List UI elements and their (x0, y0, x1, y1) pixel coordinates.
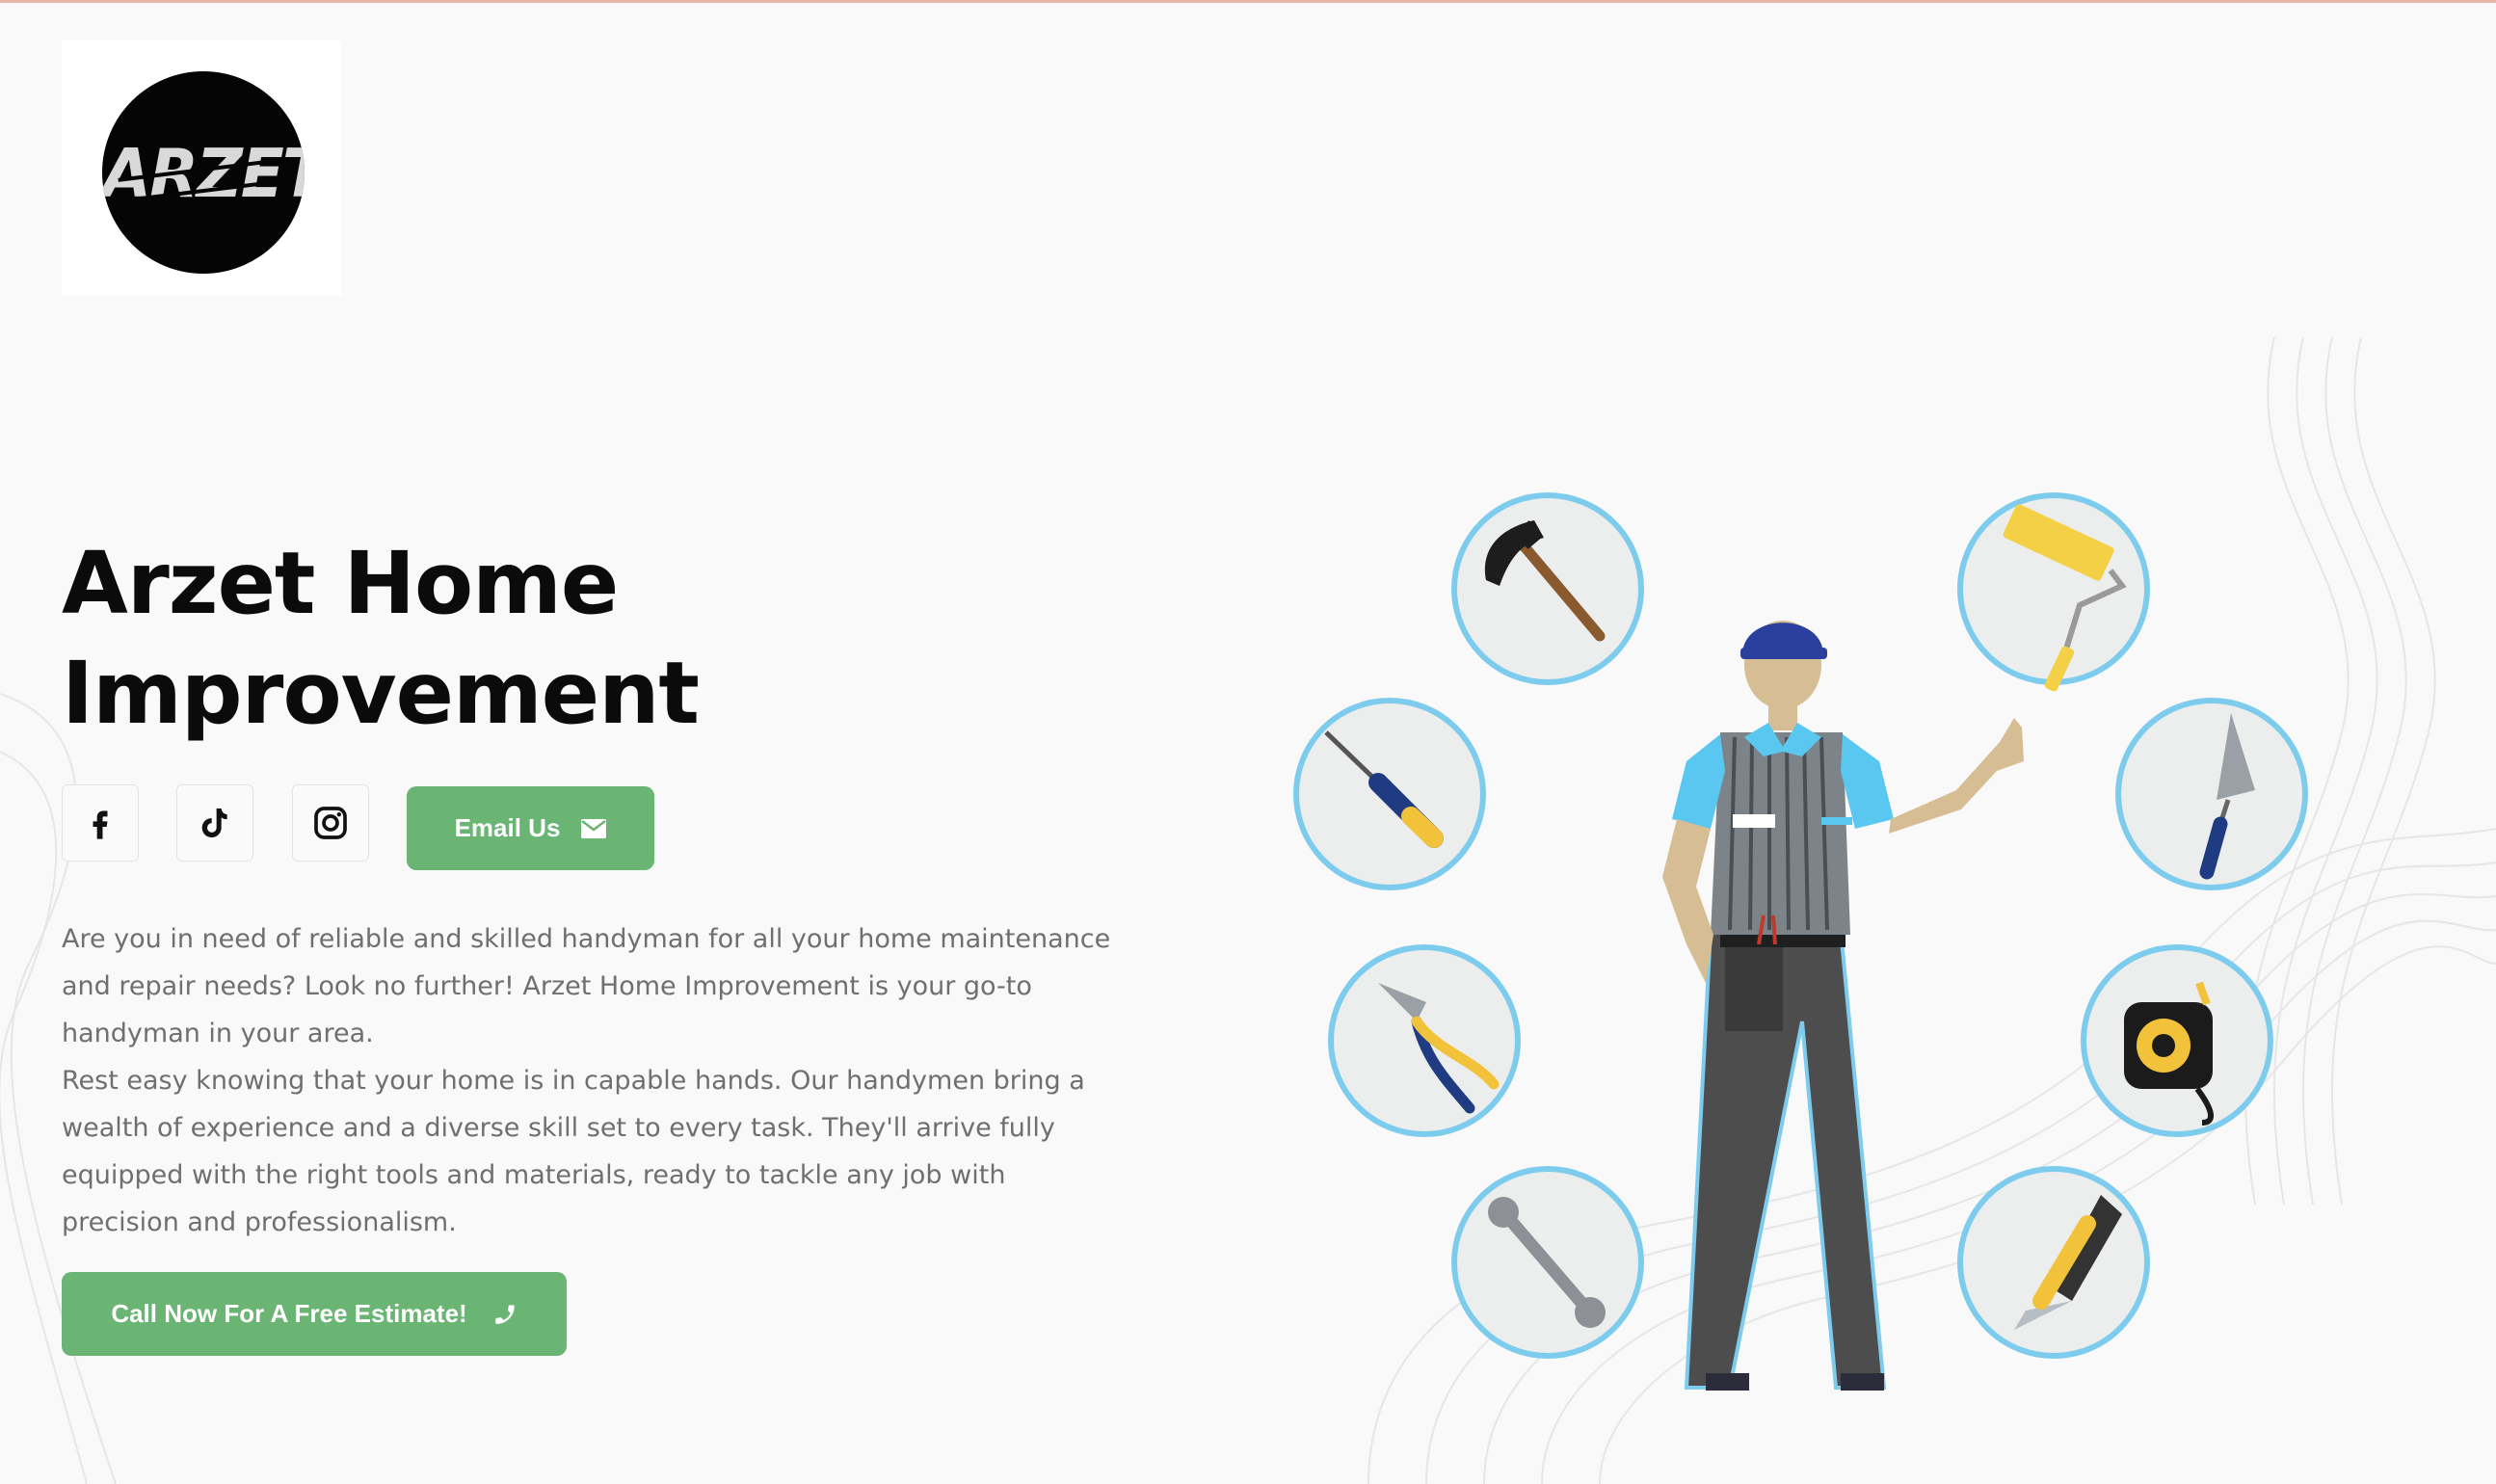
description-paragraph-1: Are you in need of reliable and skilled … (62, 924, 1111, 1048)
page-title-line1: Arzet Home (62, 533, 619, 633)
description-paragraph-2: Rest easy knowing that your home is in c… (62, 1066, 1085, 1237)
page-title-line2: Improvement (62, 643, 700, 743)
instagram-icon (314, 807, 347, 839)
screwdriver-icon (1293, 698, 1486, 890)
facebook-icon (93, 810, 108, 839)
page-title: Arzet Home Improvement (62, 528, 1122, 748)
logo-container[interactable]: ARZET (62, 40, 341, 296)
email-us-button[interactable]: Email Us (407, 786, 654, 870)
envelope-icon (581, 818, 607, 838)
handyman-illustration (1293, 492, 2308, 1391)
call-estimate-label: Call Now For A Free Estimate! (111, 1299, 467, 1328)
utility-knife-icon (1957, 1166, 2150, 1359)
hammer-icon (1451, 492, 1644, 685)
instagram-link[interactable] (292, 784, 369, 861)
pliers-icon (1328, 944, 1521, 1137)
tiktok-icon (201, 808, 227, 837)
email-us-label: Email Us (454, 813, 561, 842)
call-estimate-button[interactable]: Call Now For A Free Estimate! (62, 1272, 567, 1356)
facebook-link[interactable] (62, 784, 139, 861)
wrench-icon (1451, 1166, 1644, 1359)
phone-icon (494, 1304, 515, 1324)
tiktok-link[interactable] (176, 784, 253, 861)
paint-roller-icon (1957, 492, 2150, 692)
description: Are you in need of reliable and skilled … (62, 915, 1112, 1246)
top-border (0, 0, 2496, 3)
trowel-icon (2115, 698, 2308, 890)
tape-measure-icon (2081, 944, 2273, 1137)
logo-badge: ARZET (102, 71, 305, 274)
